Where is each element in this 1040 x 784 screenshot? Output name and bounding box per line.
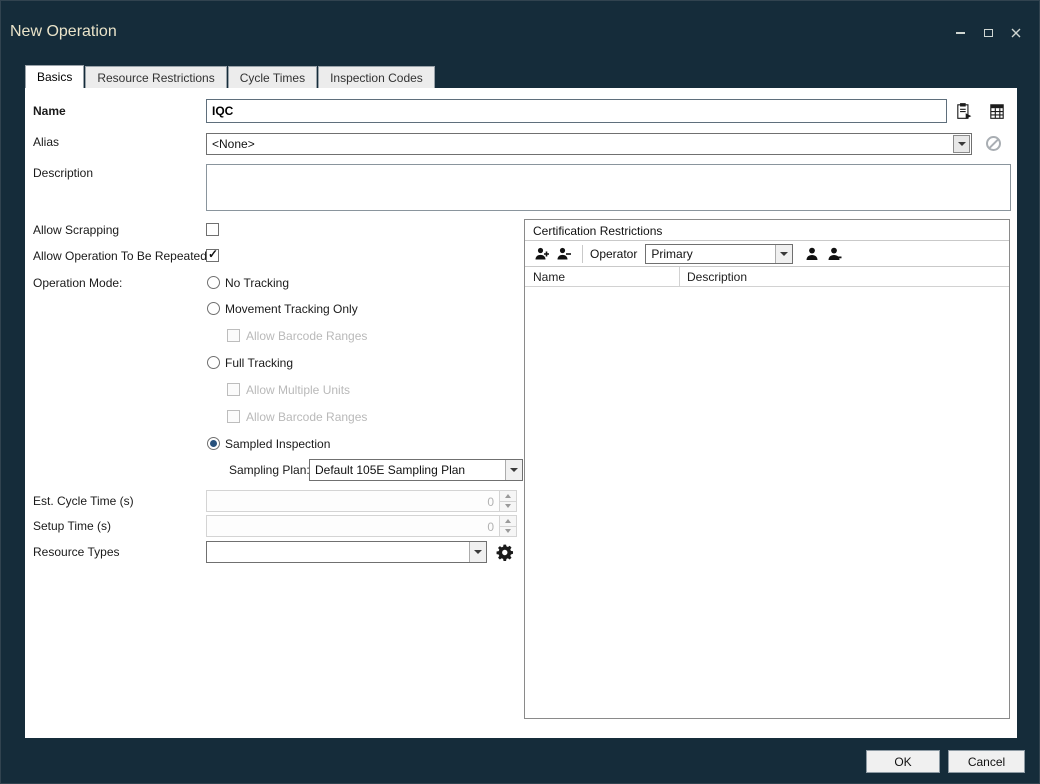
spin-down-icon: [505, 504, 511, 508]
minimize-icon: [956, 32, 965, 34]
operator-person-remove-icon: [826, 246, 842, 262]
window-controls: [951, 25, 1025, 41]
sampling-plan-combobox[interactable]: Default 105E Sampling Plan: [309, 459, 523, 481]
add-operator-button[interactable]: [801, 243, 823, 265]
alias-value: <None>: [212, 137, 255, 151]
setup-time-spinner: 0: [206, 515, 517, 537]
certification-remove-icon: [556, 246, 572, 262]
tab-strip: Basics Resource Restrictions Cycle Times…: [25, 65, 436, 88]
setup-time-label: Setup Time (s): [33, 519, 111, 533]
allow-multiple-units-label: Allow Multiple Units: [246, 383, 350, 397]
operator-value: Primary: [651, 247, 692, 261]
clipboard-arrow-icon: [955, 102, 973, 120]
radio-no-tracking-label[interactable]: No Tracking: [225, 276, 289, 290]
sampling-plan-dropdown-button[interactable]: [505, 460, 522, 480]
toolbar-separator: [582, 245, 583, 263]
remove-operator-button[interactable]: [823, 243, 845, 265]
resource-types-dropdown-button[interactable]: [469, 542, 486, 562]
tab-basics[interactable]: Basics: [25, 65, 84, 88]
operator-person-add-icon: [804, 246, 820, 262]
setup-time-up-button[interactable]: [499, 516, 516, 527]
new-operation-dialog: New Operation Basics Resource Restrictio…: [0, 0, 1040, 784]
certification-table-body[interactable]: [525, 289, 1009, 718]
allow-repeat-label: Allow Operation To Be Repeated: [33, 249, 207, 263]
spin-up-icon: [505, 494, 511, 498]
chevron-down-icon: [780, 252, 788, 256]
full-allow-barcode-label: Allow Barcode Ranges: [246, 410, 367, 424]
column-header-description[interactable]: Description: [680, 267, 747, 286]
est-cycle-time-spinner: 0: [206, 490, 517, 512]
tab-cycle-times[interactable]: Cycle Times: [228, 66, 317, 88]
allow-scrapping-label: Allow Scrapping: [33, 223, 119, 237]
radio-sampled-inspection-label[interactable]: Sampled Inspection: [225, 437, 330, 451]
est-cycle-time-label: Est. Cycle Time (s): [33, 494, 134, 508]
radio-full-tracking[interactable]: [207, 356, 220, 369]
remove-certification-button[interactable]: [553, 243, 575, 265]
description-input[interactable]: [206, 164, 1011, 211]
certification-restrictions-group: Certification Restrictions: [524, 219, 1010, 719]
alias-blocked-icon: [986, 136, 1001, 151]
radio-sampled-inspection[interactable]: [207, 437, 220, 450]
spin-down-icon: [505, 529, 511, 533]
description-label: Description: [33, 166, 93, 180]
cancel-button[interactable]: Cancel: [948, 750, 1025, 773]
full-allow-barcode-checkbox: [227, 410, 240, 423]
allow-repeat-checkbox[interactable]: [206, 249, 219, 262]
basics-panel: Name Alias <None>: [25, 88, 1017, 738]
paste-name-button[interactable]: [952, 99, 976, 123]
tab-inspection-codes[interactable]: Inspection Codes: [318, 66, 435, 88]
ok-button[interactable]: OK: [866, 750, 940, 773]
setup-time-value: 0: [487, 520, 494, 534]
maximize-icon: [984, 29, 993, 37]
tab-resource-restrictions[interactable]: Resource Restrictions: [85, 66, 226, 88]
certification-toolbar: Operator Primary: [525, 241, 1009, 267]
resource-types-label: Resource Types: [33, 545, 120, 559]
est-cycle-time-up-button[interactable]: [499, 491, 516, 502]
certification-add-icon: [534, 246, 550, 262]
clipboard-grid-icon: [988, 102, 1006, 120]
operator-dropdown-button[interactable]: [775, 245, 792, 263]
chevron-down-icon: [510, 468, 518, 472]
alias-dropdown-button[interactable]: [953, 135, 970, 153]
name-label: Name: [33, 104, 66, 118]
titlebar: New Operation: [1, 1, 1039, 57]
maximize-button[interactable]: [979, 25, 997, 41]
resource-types-settings-button[interactable]: [493, 540, 517, 564]
alias-combobox[interactable]: <None>: [206, 133, 972, 155]
operation-mode-label: Operation Mode:: [33, 276, 122, 290]
radio-full-tracking-label[interactable]: Full Tracking: [225, 356, 293, 370]
setup-time-down-button[interactable]: [499, 527, 516, 537]
movement-allow-barcode-checkbox: [227, 329, 240, 342]
allow-scrapping-checkbox[interactable]: [206, 223, 219, 236]
resource-types-combobox[interactable]: [206, 541, 487, 563]
window-title: New Operation: [10, 23, 117, 41]
sampling-plan-value: Default 105E Sampling Plan: [315, 463, 465, 477]
radio-movement-tracking-label[interactable]: Movement Tracking Only: [225, 302, 358, 316]
operator-combobox[interactable]: Primary: [645, 244, 793, 264]
chevron-down-icon: [474, 550, 482, 554]
gear-icon: [496, 543, 515, 562]
radio-movement-tracking[interactable]: [207, 302, 220, 315]
spin-up-icon: [505, 519, 511, 523]
operator-label: Operator: [590, 247, 637, 261]
sampling-plan-label: Sampling Plan:: [229, 463, 310, 477]
est-cycle-time-down-button[interactable]: [499, 502, 516, 512]
allow-multiple-units-checkbox: [227, 383, 240, 396]
movement-allow-barcode-label: Allow Barcode Ranges: [246, 329, 367, 343]
minimize-button[interactable]: [951, 25, 969, 41]
chevron-down-icon: [958, 142, 966, 146]
certification-restrictions-title: Certification Restrictions: [525, 220, 1009, 241]
certification-table-header: Name Description: [525, 267, 1009, 287]
alias-label: Alias: [33, 135, 59, 149]
est-cycle-time-value: 0: [487, 495, 494, 509]
column-header-name[interactable]: Name: [525, 267, 680, 286]
add-certification-button[interactable]: [531, 243, 553, 265]
name-lookup-button[interactable]: [985, 99, 1009, 123]
radio-no-tracking[interactable]: [207, 276, 220, 289]
close-button[interactable]: [1007, 25, 1025, 41]
close-icon: [1011, 28, 1021, 38]
name-input[interactable]: [206, 99, 947, 123]
